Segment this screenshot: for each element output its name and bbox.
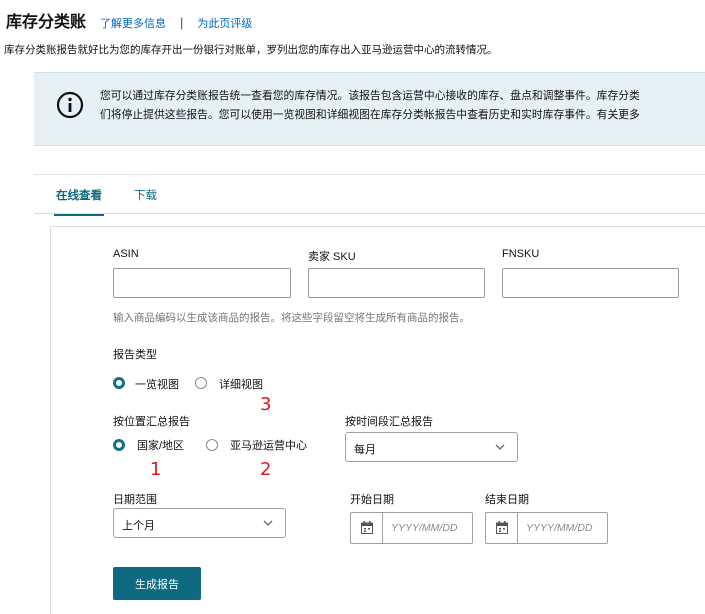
- period-select[interactable]: 每月: [345, 432, 518, 462]
- fnsku-label: FNSKU: [502, 248, 540, 260]
- location-country-label[interactable]: 国家/地区: [137, 437, 184, 453]
- end-date-input[interactable]: YYYY/MM/DD: [485, 512, 608, 544]
- code-hint: 输入商品编码以生成该商品的报告。将这些字段留空将生成所有商品的报告。: [113, 312, 470, 324]
- end-date-calendar-button[interactable]: [486, 513, 518, 543]
- chevron-down-icon: [495, 444, 505, 450]
- location-summary-label: 按位置汇总报告: [113, 416, 190, 428]
- tab-download[interactable]: 下载: [134, 187, 157, 203]
- report-type-label: 报告类型: [113, 349, 157, 361]
- info-banner-text: 您可以通过库存分类账报告统一查看您的库存情况。该报告包含运营中心接收的库存、盘点…: [100, 87, 640, 125]
- generate-report-button[interactable]: 生成报告: [113, 567, 201, 600]
- report-type-summary-label[interactable]: 一览视图: [135, 376, 179, 392]
- sku-label: 卖家 SKU: [308, 251, 356, 263]
- view-tabs: 在线查看 下载: [34, 174, 705, 216]
- page-description: 库存分类账报告就好比为您的库存开出一份银行对账单，罗列出您的库存出入亚马逊运营中…: [4, 44, 498, 56]
- location-country-radio[interactable]: [113, 439, 125, 451]
- info-banner-line: 您可以通过库存分类账报告统一查看您的库存情况。该报告包含运营中心接收的库存、盘点…: [100, 90, 640, 102]
- page-title: 库存分类账: [6, 14, 87, 31]
- start-date-input[interactable]: YYYY/MM/DD: [350, 512, 473, 544]
- page-header: 库存分类账 了解更多信息 | 为此页评级: [6, 8, 252, 32]
- date-range-select-value: 上个月: [122, 520, 155, 532]
- header-separator: |: [180, 15, 184, 30]
- start-date-calendar-button[interactable]: [351, 513, 383, 543]
- asin-input[interactable]: [113, 268, 291, 298]
- date-range-select[interactable]: 上个月: [113, 508, 286, 538]
- annotation-1: 1: [150, 459, 162, 480]
- calendar-icon: [361, 521, 373, 534]
- chevron-down-icon: [263, 520, 273, 526]
- learn-more-link[interactable]: 了解更多信息: [100, 15, 166, 31]
- asin-label: ASIN: [113, 248, 139, 260]
- sku-input[interactable]: [308, 268, 485, 298]
- annotation-3: 3: [260, 394, 272, 415]
- info-banner: 您可以通过库存分类账报告统一查看您的库存情况。该报告包含运营中心接收的库存、盘点…: [34, 72, 705, 146]
- tab-view-online[interactable]: 在线查看: [54, 187, 104, 216]
- info-icon: [56, 91, 84, 119]
- period-summary-label: 按时间段汇总报告: [345, 416, 433, 428]
- rate-page-link[interactable]: 为此页评级: [197, 15, 252, 31]
- annotation-2: 2: [260, 459, 272, 480]
- fnsku-input[interactable]: [502, 268, 679, 298]
- location-fc-radio[interactable]: [206, 439, 218, 451]
- start-date-label: 开始日期: [350, 494, 394, 506]
- info-banner-line: 们将停止提供这些报告。您可以使用一览视图和详细视图在库存分类帐报告中查看历史和实…: [100, 109, 640, 121]
- report-type-detail-radio[interactable]: [195, 377, 207, 389]
- report-type-summary-radio[interactable]: [113, 377, 125, 389]
- location-fc-label[interactable]: 亚马逊运营中心: [230, 437, 307, 453]
- date-range-label: 日期范围: [113, 494, 157, 506]
- end-date-placeholder: YYYY/MM/DD: [526, 522, 593, 534]
- end-date-label: 结束日期: [485, 494, 529, 506]
- period-select-value: 每月: [354, 444, 376, 456]
- start-date-placeholder: YYYY/MM/DD: [391, 522, 458, 534]
- calendar-icon: [496, 521, 508, 534]
- report-type-detail-label[interactable]: 详细视图: [219, 376, 263, 392]
